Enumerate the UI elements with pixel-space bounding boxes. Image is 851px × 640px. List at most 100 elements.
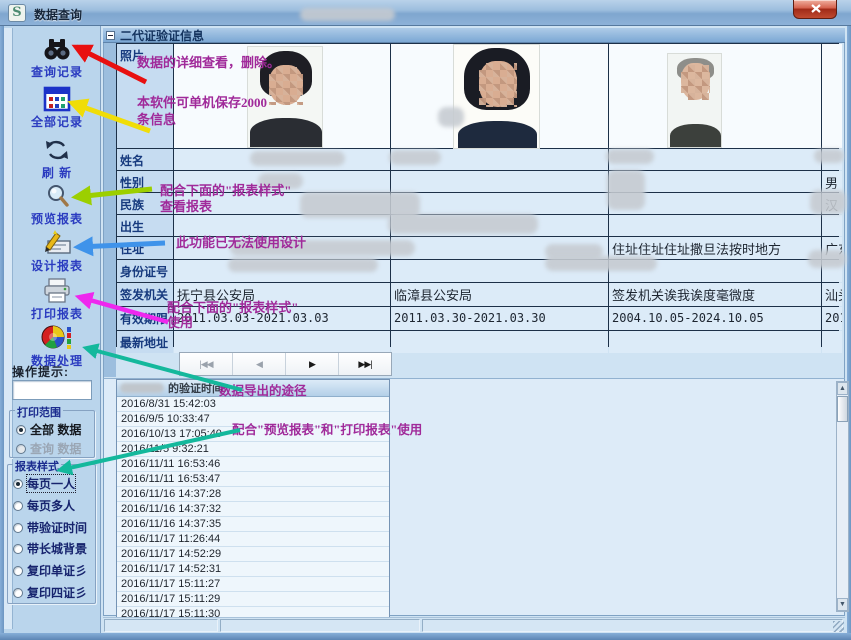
radio-label: 每页一人 — [27, 475, 75, 492]
validity-cell-3[interactable]: 2004.10.05-2024.10.05 — [609, 307, 821, 330]
list-item[interactable]: 2016/11/17 15:11:27 — [117, 577, 389, 592]
app-logo-icon: S — [8, 4, 26, 22]
validity-cell-4[interactable]: 2016 — [822, 307, 842, 330]
radio-dot — [16, 444, 26, 454]
close-button[interactable] — [793, 0, 837, 19]
status-panel-2 — [220, 619, 420, 632]
issuer-cell-3[interactable]: 签发机关诶我诶度毫微度 — [609, 283, 821, 306]
printer-icon — [42, 277, 72, 304]
list-item[interactable]: 2016/11/17 14:52:29 — [117, 547, 389, 562]
sidebar-item-print-report[interactable]: 打印报表 — [14, 277, 100, 322]
sidebar-item-refresh[interactable]: 刷 新 — [14, 137, 100, 181]
latest-addr-cell-3[interactable] — [609, 331, 821, 353]
design-pen-icon — [42, 229, 72, 256]
sidebar-item-preview-report[interactable]: 预览报表 — [14, 183, 100, 227]
latest-addr-cell-1[interactable] — [174, 331, 390, 353]
radio-dot — [13, 479, 23, 489]
censor-blur — [810, 190, 846, 214]
sidebar-item-query-records[interactable]: 查询记录 — [14, 36, 100, 80]
row-label: 有效期限 — [117, 307, 173, 330]
status-panel-3 — [422, 619, 843, 632]
sidebar-item-design-report[interactable]: 设计报表 — [14, 229, 100, 274]
row-label: 住址 — [117, 237, 173, 259]
sidebar-item-label: 全部记录 — [14, 113, 100, 130]
list-item[interactable]: 2016/11/16 14:37:35 — [117, 517, 389, 532]
censor-blur — [607, 170, 645, 210]
latest-addr-cell-2[interactable] — [391, 331, 608, 353]
row-label: 姓名 — [117, 149, 173, 170]
list-item[interactable]: 2016/11/17 14:52:31 — [117, 562, 389, 577]
censor-blur — [545, 256, 657, 271]
nav-first-button[interactable]: |◀◀ — [180, 353, 233, 375]
latest-addr-cell-4[interactable] — [822, 331, 842, 353]
gender-cell-4[interactable]: 男 — [822, 171, 842, 192]
radio-style-greatwall-bg[interactable]: 带长城背景 — [13, 540, 87, 557]
censor-blur — [389, 150, 441, 165]
censor-blur — [438, 107, 464, 127]
censor-blur — [388, 214, 538, 234]
list-item[interactable]: 2016/11/5 9:32:21 — [117, 442, 389, 457]
radio-dot — [13, 501, 23, 511]
radio-label: 带长城背景 — [27, 540, 87, 557]
hint-output-box[interactable] — [12, 380, 92, 400]
gender-cell-2[interactable] — [391, 171, 608, 192]
list-item[interactable]: 2016/8/31 15:42:03 — [117, 397, 389, 412]
radio-all-data[interactable]: 全部 数据 — [16, 421, 81, 438]
validity-cell-2[interactable]: 2011.03.30-2021.03.30 — [391, 307, 608, 330]
issuer-cell-4[interactable]: 汕头 — [822, 283, 842, 306]
portrait-photo-3 — [667, 53, 722, 148]
app-window: S 数据查询 查询记录 — [0, 0, 851, 640]
radio-label: 复印四证彡 — [27, 584, 87, 601]
scrollbar-thumb[interactable] — [837, 396, 848, 422]
row-label: 身份证号 — [117, 260, 173, 282]
pie-chart-icon — [41, 324, 73, 351]
radio-style-copy-four[interactable]: 复印四证彡 — [13, 584, 87, 601]
sidebar-item-all-records[interactable]: 全部记录 — [14, 86, 100, 130]
list-item[interactable]: 2016/11/11 16:53:46 — [117, 457, 389, 472]
radio-style-multi-per-page[interactable]: 每页多人 — [13, 497, 75, 514]
nav-last-button[interactable]: ▶▶| — [339, 353, 391, 375]
radio-dot — [13, 588, 23, 598]
status-panel-1 — [104, 619, 218, 632]
scroll-up-icon[interactable]: ▲ — [837, 382, 848, 395]
window-title: 数据查询 — [34, 6, 82, 23]
annotation-capacity-2: 条信息 — [137, 109, 176, 128]
radio-style-copy-single[interactable]: 复印单证彡 — [13, 562, 87, 579]
verify-time-list: 的验证时间: 2016/8/31 15:42:03 2016/9/5 10:33… — [116, 379, 390, 622]
radio-label: 带验证时间 — [27, 519, 87, 536]
close-x-icon — [794, 0, 838, 18]
list-item[interactable]: 2016/11/17 11:26:44 — [117, 532, 389, 547]
radio-query-data: 查询 数据 — [16, 440, 81, 457]
refresh-icon — [43, 137, 71, 163]
sidebar-item-label: 预览报表 — [14, 210, 100, 227]
ethnic-cell-2[interactable] — [391, 193, 608, 214]
scroll-down-icon[interactable]: ▼ — [837, 598, 848, 611]
hint-label: 操作提示: — [12, 363, 69, 380]
radio-style-one-per-page[interactable]: 每页一人 — [13, 475, 75, 492]
list-item[interactable]: 2016/11/16 14:37:28 — [117, 487, 389, 502]
photo-cell-4[interactable] — [822, 44, 842, 148]
magnifier-icon — [43, 183, 71, 209]
row-label: 签发机关 — [117, 283, 173, 306]
censor-blur — [814, 149, 844, 163]
list-item[interactable]: 2016/11/11 16:53:47 — [117, 472, 389, 487]
radio-style-with-verify-time[interactable]: 带验证时间 — [13, 519, 87, 536]
nav-next-button[interactable]: ▶ — [286, 353, 339, 375]
issuer-cell-2[interactable]: 临漳县公安局 — [391, 283, 608, 306]
vertical-scrollbar: ▲ ▼ — [836, 381, 849, 612]
annotation-print-2: 使用 — [167, 312, 193, 331]
sidebar-item-label: 设计报表 — [14, 257, 100, 274]
collapse-icon[interactable] — [106, 31, 115, 40]
group-gutter — [104, 43, 116, 377]
radio-label: 复印单证彡 — [27, 562, 87, 579]
annotation-export: 数据导出的途径 — [219, 380, 307, 399]
censor-blur — [228, 258, 378, 272]
censor-blur — [606, 149, 654, 164]
list-header-label: 的验证时间: — [168, 380, 227, 396]
list-item[interactable]: 2016/11/16 14:37:32 — [117, 502, 389, 517]
birth-cell-4[interactable] — [822, 215, 842, 236]
list-item[interactable]: 2016/11/17 15:11:29 — [117, 592, 389, 607]
nav-prev-button[interactable]: ◀ — [233, 353, 286, 375]
birth-cell-3[interactable] — [609, 215, 821, 236]
resize-grip-icon[interactable] — [833, 621, 844, 632]
